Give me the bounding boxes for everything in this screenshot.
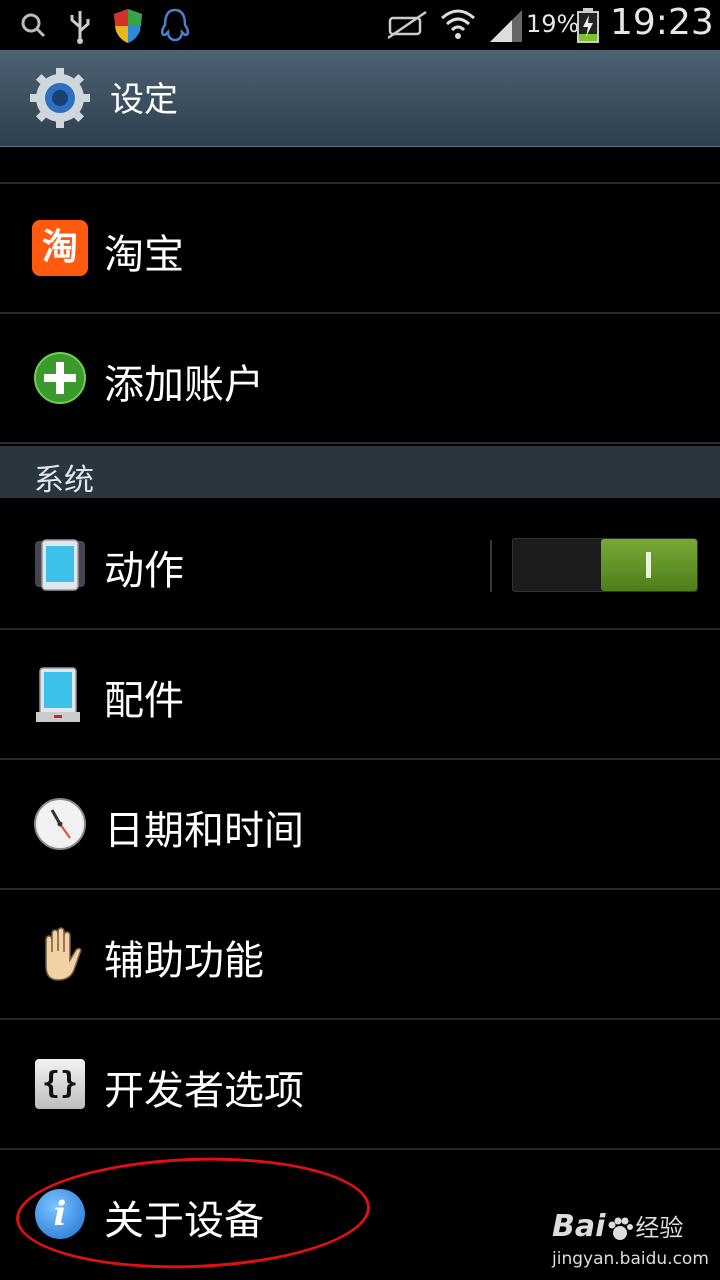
add-account-icon [32,350,88,406]
usb-icon [66,7,94,49]
watermark-brand-a: Bai [552,1209,606,1244]
shield-icon [112,7,144,49]
account-label-taobao: 淘宝 [104,232,184,278]
accessory-dock-icon [32,666,88,722]
developer-braces-icon: {} [32,1056,88,1112]
system-item-developer-options[interactable]: {} 开发者选项 [0,1020,720,1150]
clock-time: 19:23 [610,2,714,43]
add-account-label: 添加账户 [104,362,264,408]
system-item-motion[interactable]: 动作 [0,500,720,630]
qq-icon [158,7,192,49]
battery-percent: 19% [526,10,580,38]
section-header-label: 系统 [34,463,94,498]
action-bar: 设定 [0,50,720,147]
system-item-accessories[interactable]: 配件 [0,630,720,760]
search-icon [20,12,46,42]
date-time-label: 日期和时间 [104,808,304,854]
motion-phone-icon [32,536,88,592]
baidu-watermark: Bai 经验 jingyan.baidu.com [552,1208,709,1269]
settings-gear-icon[interactable] [28,66,92,134]
account-item-taobao[interactable]: 淘 淘宝 [0,184,720,314]
signal-icon [488,6,524,48]
watermark-url: jingyan.baidu.com [552,1248,709,1269]
status-bar: 19% 19:23 [0,0,720,50]
hand-icon [32,926,88,982]
accessories-label: 配件 [104,678,184,724]
system-item-date-time[interactable]: 日期和时间 [0,760,720,890]
toggle-divider [490,540,492,592]
taobao-icon-glyph: 淘 [32,220,88,276]
motion-toggle[interactable] [512,538,698,592]
accessibility-label: 辅助功能 [104,938,264,984]
account-item-add[interactable]: 添加账户 [0,314,720,444]
wifi-icon [438,6,478,48]
battery-icon [576,6,600,48]
motion-toggle-knob [601,539,697,591]
system-item-accessibility[interactable]: 辅助功能 [0,890,720,1020]
section-header-system: 系统 [0,446,720,498]
taobao-icon: 淘 [32,220,88,276]
page-title: 设定 [110,80,178,120]
developer-braces-glyph: {} [35,1059,85,1109]
motion-label: 动作 [104,548,184,594]
clock-icon [32,796,88,852]
watermark-brand-b: 经验 [635,1214,684,1242]
developer-options-label: 开发者选项 [104,1068,304,1114]
mute-icon [387,10,428,44]
paw-icon [607,1217,634,1247]
